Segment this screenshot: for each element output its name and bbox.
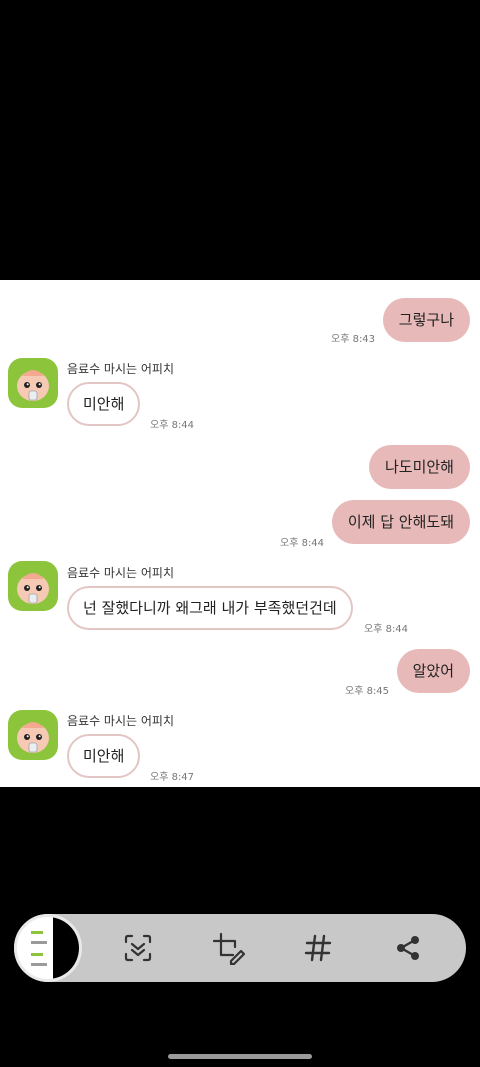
received-message-bubble[interactable]: 미안해: [67, 382, 141, 426]
sent-message-bubble[interactable]: 알았어: [396, 649, 470, 693]
share-icon[interactable]: [390, 930, 426, 966]
preview-thumbnail-image: [17, 917, 79, 979]
avatar[interactable]: [8, 710, 58, 760]
crop-edit-icon[interactable]: [210, 930, 246, 966]
sender-name: 음료수 마시는 어피치: [67, 714, 174, 728]
avatar[interactable]: [8, 358, 58, 408]
message-time: 오후 8:44: [280, 538, 325, 549]
apeach-avatar-icon: [17, 573, 49, 604]
preview-thumbnail[interactable]: [14, 914, 82, 982]
apeach-avatar-icon: [17, 722, 49, 753]
received-message-bubble[interactable]: 넌 잘했다니까 왜그래 내가 부족했던건데: [67, 586, 353, 630]
sent-message-bubble[interactable]: 그렇구나: [382, 298, 470, 342]
sender-name: 음료수 마시는 어피치: [67, 566, 174, 580]
hashtag-icon[interactable]: [300, 930, 336, 966]
sent-message-bubble[interactable]: 이제 답 안해도돼: [331, 500, 470, 544]
message-time: 오후 8:43: [331, 334, 376, 345]
chat-area: 오후 8:43 그렇구나 음료수 마시는 어피치 미안해 오후 8:44 나도미…: [0, 280, 480, 787]
message-time: 오후 8:44: [364, 624, 409, 635]
home-indicator[interactable]: [168, 1054, 312, 1059]
received-message-bubble[interactable]: 미안해: [67, 734, 141, 778]
apeach-avatar-icon: [17, 370, 49, 401]
message-time: 오후 8:44: [150, 420, 195, 431]
message-time: 오후 8:45: [345, 686, 390, 697]
sent-message-bubble[interactable]: 나도미안해: [368, 445, 470, 489]
message-time: 오후 8:47: [150, 772, 195, 783]
sender-name: 음료수 마시는 어피치: [67, 362, 174, 376]
avatar[interactable]: [8, 561, 58, 611]
scroll-capture-icon[interactable]: [120, 930, 156, 966]
